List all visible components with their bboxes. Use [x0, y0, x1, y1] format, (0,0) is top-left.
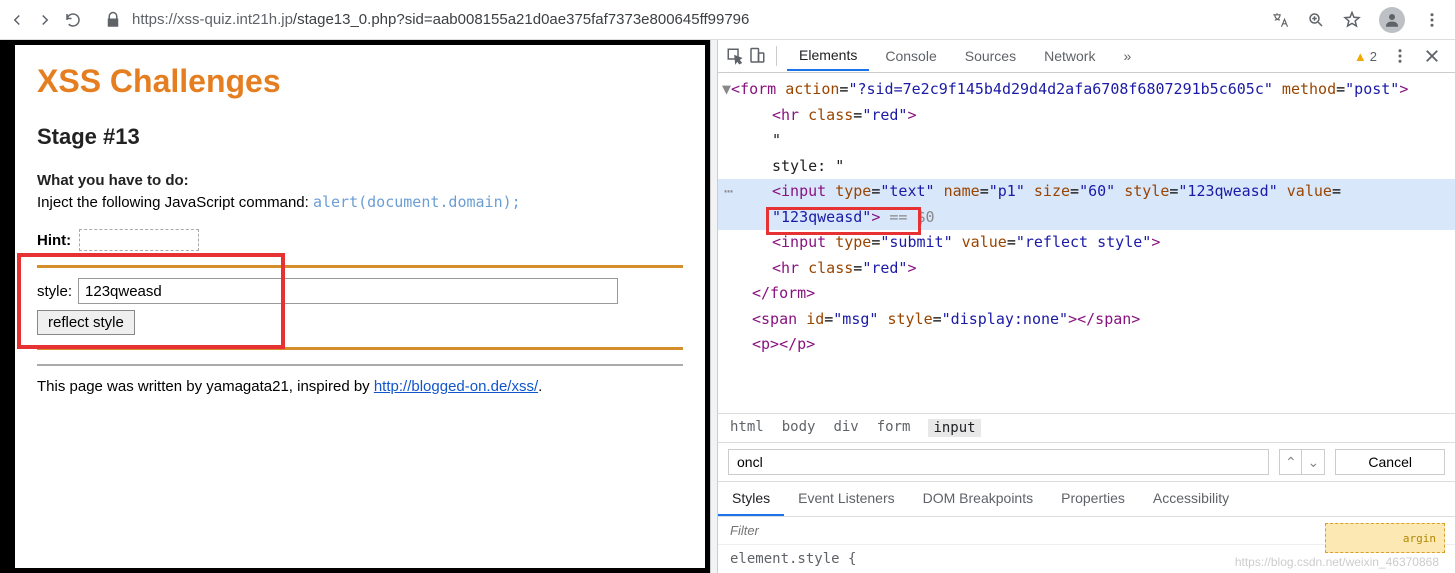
page-panel: XSS Challenges Stage #13 What you have t…: [0, 40, 710, 573]
hr-top: [37, 265, 683, 268]
find-prev-icon[interactable]: ⌃: [1280, 450, 1302, 474]
devtools-header: Elements Console Sources Network » ▲2: [718, 40, 1455, 73]
tab-elements[interactable]: Elements: [787, 41, 869, 71]
url-bar[interactable]: https://xss-quiz.int21h.jp/stage13_0.php…: [92, 11, 1261, 29]
zoom-icon[interactable]: [1307, 11, 1325, 29]
tab-sources[interactable]: Sources: [953, 42, 1028, 70]
tab-console[interactable]: Console: [873, 42, 948, 70]
forward-icon[interactable]: [36, 11, 54, 29]
breadcrumb: html body div form input: [718, 413, 1455, 442]
task-desc: Inject the following JavaScript command:…: [37, 193, 683, 211]
crumb-input[interactable]: input: [928, 419, 980, 437]
tab-styles[interactable]: Styles: [718, 482, 784, 516]
inspect-icon[interactable]: [726, 47, 744, 65]
crumb-form[interactable]: form: [877, 419, 911, 437]
footer: This page was written by yamagata21, ins…: [37, 378, 683, 395]
style-label: style:: [37, 283, 72, 300]
find-next-icon[interactable]: ⌄: [1302, 450, 1324, 474]
translate-icon[interactable]: [1271, 11, 1289, 29]
reload-icon[interactable]: [64, 11, 82, 29]
crumb-html[interactable]: html: [730, 419, 764, 437]
url-text: https://xss-quiz.int21h.jp/stage13_0.php…: [132, 11, 749, 28]
hint-box: [79, 229, 199, 251]
toolbar-right: [1271, 7, 1447, 33]
devtools-menu-icon[interactable]: [1391, 47, 1409, 65]
hint-row: Hint:: [37, 229, 683, 251]
selected-element[interactable]: ⋯<input type="text" name="p1" size="60" …: [718, 179, 1455, 205]
back-icon[interactable]: [8, 11, 26, 29]
tab-more[interactable]: »: [1111, 42, 1143, 70]
devtools-panel: Elements Console Sources Network » ▲2 ▼<…: [718, 40, 1455, 573]
tab-accessibility[interactable]: Accessibility: [1139, 482, 1243, 516]
splitter[interactable]: [710, 40, 718, 573]
stage-title: Stage #13: [37, 124, 683, 150]
task-label: What you have to do:: [37, 172, 683, 189]
find-input[interactable]: [728, 449, 1269, 475]
warning-badge[interactable]: ▲2: [1354, 49, 1377, 64]
reflect-button[interactable]: reflect style: [37, 310, 135, 335]
cancel-button[interactable]: Cancel: [1335, 449, 1445, 475]
js-command: alert(document.domain);: [313, 193, 521, 211]
styles-filter-input[interactable]: [728, 520, 1319, 541]
hr-footer: [37, 364, 683, 366]
device-icon[interactable]: [748, 47, 766, 65]
browser-toolbar: https://xss-quiz.int21h.jp/stage13_0.php…: [0, 0, 1455, 40]
avatar-icon[interactable]: [1379, 7, 1405, 33]
tab-properties[interactable]: Properties: [1047, 482, 1139, 516]
watermark: https://blog.csdn.net/weixin_46370868: [1235, 555, 1439, 569]
crumb-body[interactable]: body: [782, 419, 816, 437]
footer-link[interactable]: http://blogged-on.de/xss/: [374, 378, 538, 395]
style-input[interactable]: [78, 278, 618, 304]
box-model-margin: argin: [1325, 523, 1445, 553]
page-title: XSS Challenges: [37, 63, 683, 100]
tab-dom-breakpoints[interactable]: DOM Breakpoints: [909, 482, 1047, 516]
menu-icon[interactable]: [1423, 11, 1441, 29]
find-bar: ⌃ ⌄ Cancel: [718, 442, 1455, 481]
hr-bottom: [37, 347, 683, 350]
tab-network[interactable]: Network: [1032, 42, 1107, 70]
tab-event-listeners[interactable]: Event Listeners: [784, 482, 909, 516]
crumb-div[interactable]: div: [833, 419, 858, 437]
close-icon[interactable]: [1423, 47, 1441, 65]
lock-icon: [104, 11, 122, 29]
star-icon[interactable]: [1343, 11, 1361, 29]
styles-tabs: Styles Event Listeners DOM Breakpoints P…: [718, 481, 1455, 516]
find-nav: ⌃ ⌄: [1279, 449, 1325, 475]
elements-tree[interactable]: ▼<form action="?sid=7e2c9f145b4d29d4d2af…: [718, 73, 1455, 413]
